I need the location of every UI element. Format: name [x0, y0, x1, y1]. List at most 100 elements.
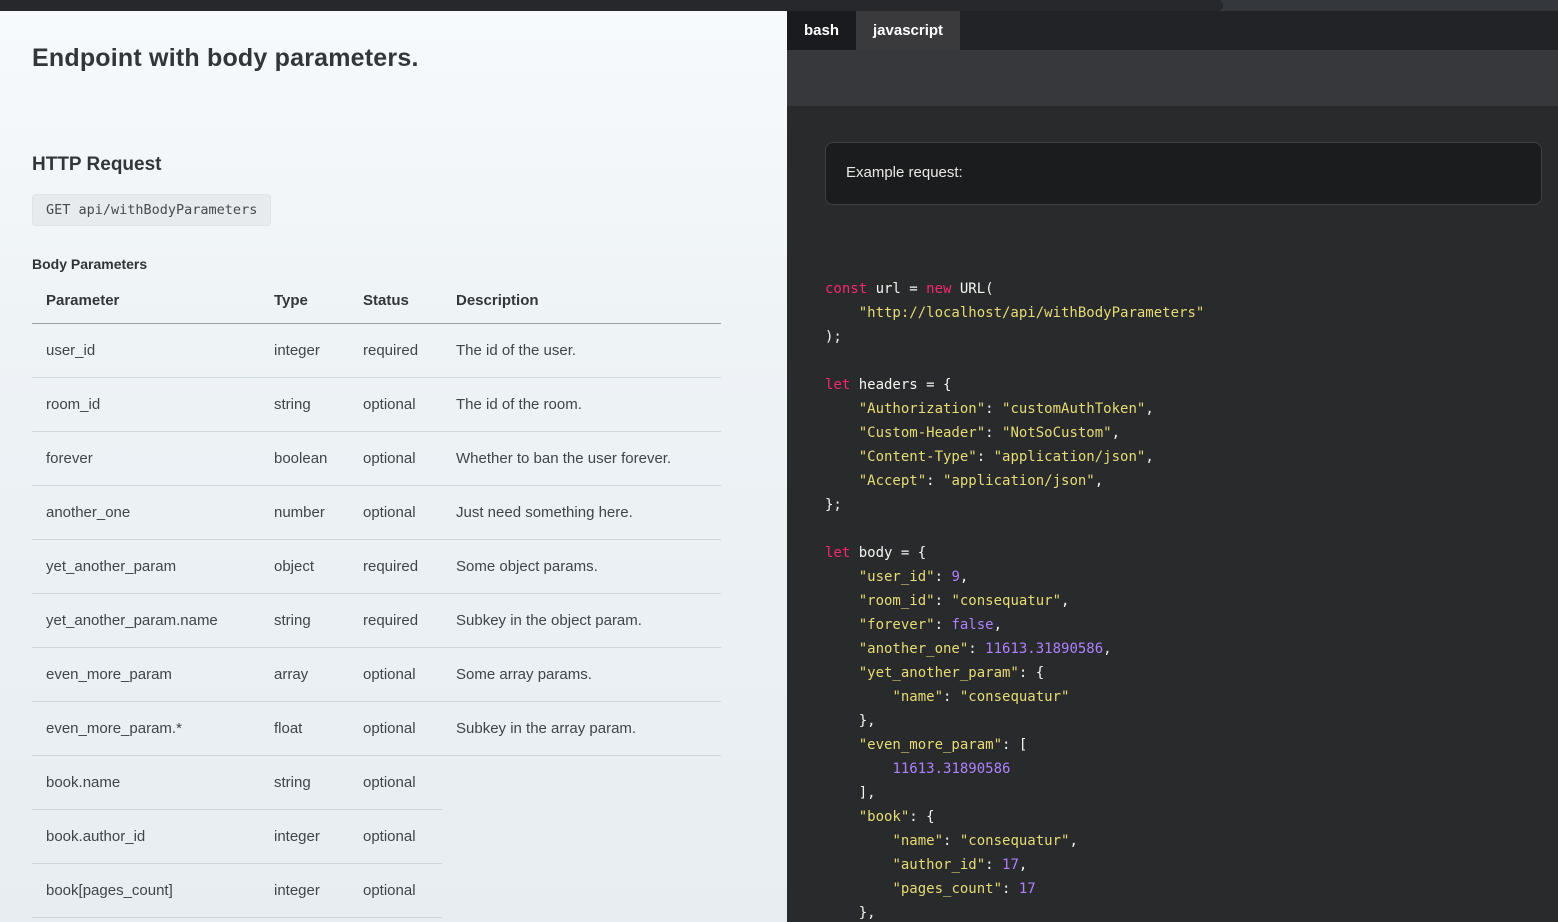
docs-panel: Endpoint with body parameters. HTTP Requ… [0, 11, 787, 922]
column-header-status: Status [349, 280, 442, 324]
body-parameters-label: Body Parameters [32, 256, 747, 272]
code-header-band [787, 50, 1558, 106]
code-line: }, [825, 901, 1558, 922]
code-line: "book": { [825, 805, 1558, 829]
code-line: ], [825, 781, 1558, 805]
cell-type: string [260, 594, 349, 648]
cell-status: required [349, 594, 442, 648]
code-line: "Authorization": "customAuthToken", [825, 397, 1558, 421]
cell-parameter: even_more_param.* [32, 702, 260, 756]
cell-status: required [349, 324, 442, 378]
table-row: book[pages_count]integeroptional [32, 864, 721, 918]
page-title: Endpoint with body parameters. [32, 44, 747, 73]
cell-parameter: book.author_id [32, 810, 260, 864]
code-line: "Accept": "application/json", [825, 469, 1558, 493]
cell-status: optional [349, 486, 442, 540]
cell-status: optional [349, 864, 442, 918]
code-line: let body = { [825, 541, 1558, 565]
code-line: "pages_count": 17 [825, 877, 1558, 901]
cell-status: optional [349, 432, 442, 486]
cell-type: boolean [260, 432, 349, 486]
code-line: "Custom-Header": "NotSoCustom", [825, 421, 1558, 445]
cell-type: float [260, 702, 349, 756]
cell-type: integer [260, 864, 349, 918]
code-block: const url = new URL( "http://localhost/a… [787, 277, 1558, 922]
cell-parameter: book[pages_count] [32, 864, 260, 918]
cell-description: Subkey in the array param. [442, 702, 721, 756]
cell-parameter: another_one [32, 486, 260, 540]
code-line: "forever": false, [825, 613, 1558, 637]
code-line: "user_id": 9, [825, 565, 1558, 589]
cell-description: Subkey in the object param. [442, 594, 721, 648]
code-line: "http://localhost/api/withBodyParameters… [825, 301, 1558, 325]
table-row: foreverbooleanoptionalWhether to ban the… [32, 432, 721, 486]
code-line [825, 517, 1558, 541]
body-parameters-table: ParameterTypeStatusDescription user_idin… [32, 280, 721, 918]
table-row: even_more_paramarrayoptionalSome array p… [32, 648, 721, 702]
cell-type: string [260, 378, 349, 432]
cell-status: optional [349, 648, 442, 702]
example-request-label: Example request: [826, 143, 1541, 203]
table-row: book.namestringoptional [32, 756, 721, 810]
cell-parameter: forever [32, 432, 260, 486]
code-line: "even_more_param": [ [825, 733, 1558, 757]
code-line: 11613.31890586 [825, 757, 1558, 781]
code-line: "another_one": 11613.31890586, [825, 637, 1558, 661]
cell-description: Just need something here. [442, 486, 721, 540]
scrollbar-thumb[interactable] [0, 0, 1223, 11]
cell-parameter: yet_another_param [32, 540, 260, 594]
code-area: Example request: const url = new URL( "h… [787, 106, 1558, 922]
cell-type: array [260, 648, 349, 702]
cell-type: integer [260, 324, 349, 378]
cell-type: string [260, 756, 349, 810]
code-line: const url = new URL( [825, 277, 1558, 301]
code-line: "name": "consequatur", [825, 829, 1558, 853]
cell-parameter: yet_another_param.name [32, 594, 260, 648]
cell-status: optional [349, 756, 442, 810]
cell-description [442, 756, 721, 810]
code-line: "room_id": "consequatur", [825, 589, 1558, 613]
column-header-description: Description [442, 280, 721, 324]
cell-parameter: user_id [32, 324, 260, 378]
endpoint-badge: GET api/withBodyParameters [32, 194, 271, 226]
cell-status: optional [349, 378, 442, 432]
tab-javascript[interactable]: javascript [856, 11, 960, 50]
cell-description: The id of the room. [442, 378, 721, 432]
table-row: another_onenumberoptionalJust need somet… [32, 486, 721, 540]
cell-description: Some object params. [442, 540, 721, 594]
code-line: "name": "consequatur" [825, 685, 1558, 709]
cell-parameter: room_id [32, 378, 260, 432]
table-row: user_idintegerrequiredThe id of the user… [32, 324, 721, 378]
cell-status: required [349, 540, 442, 594]
http-request-heading: HTTP Request [32, 154, 747, 176]
column-header-type: Type [260, 280, 349, 324]
code-line: "yet_another_param": { [825, 661, 1558, 685]
cell-description [442, 864, 721, 918]
code-line [825, 349, 1558, 373]
cell-parameter: book.name [32, 756, 260, 810]
cell-description [442, 810, 721, 864]
cell-description: The id of the user. [442, 324, 721, 378]
cell-type: number [260, 486, 349, 540]
tab-bash[interactable]: bash [787, 11, 856, 50]
example-request-box: Example request: [825, 142, 1542, 205]
table-row: yet_another_paramobjectrequiredSome obje… [32, 540, 721, 594]
cell-type: integer [260, 810, 349, 864]
table-row: even_more_param.*floatoptionalSubkey in … [32, 702, 721, 756]
cell-parameter: even_more_param [32, 648, 260, 702]
tab-bar: bashjavascript [787, 11, 1558, 50]
horizontal-scrollbar [0, 0, 1558, 11]
code-line: }; [825, 493, 1558, 517]
cell-type: object [260, 540, 349, 594]
column-header-parameter: Parameter [32, 280, 260, 324]
code-line: "Content-Type": "application/json", [825, 445, 1558, 469]
code-line: "author_id": 17, [825, 853, 1558, 877]
cell-description: Whether to ban the user forever. [442, 432, 721, 486]
code-line: }, [825, 709, 1558, 733]
cell-status: optional [349, 702, 442, 756]
cell-description: Some array params. [442, 648, 721, 702]
table-row: yet_another_param.namestringrequiredSubk… [32, 594, 721, 648]
table-row: room_idstringoptionalThe id of the room. [32, 378, 721, 432]
cell-status: optional [349, 810, 442, 864]
code-line: ); [825, 325, 1558, 349]
